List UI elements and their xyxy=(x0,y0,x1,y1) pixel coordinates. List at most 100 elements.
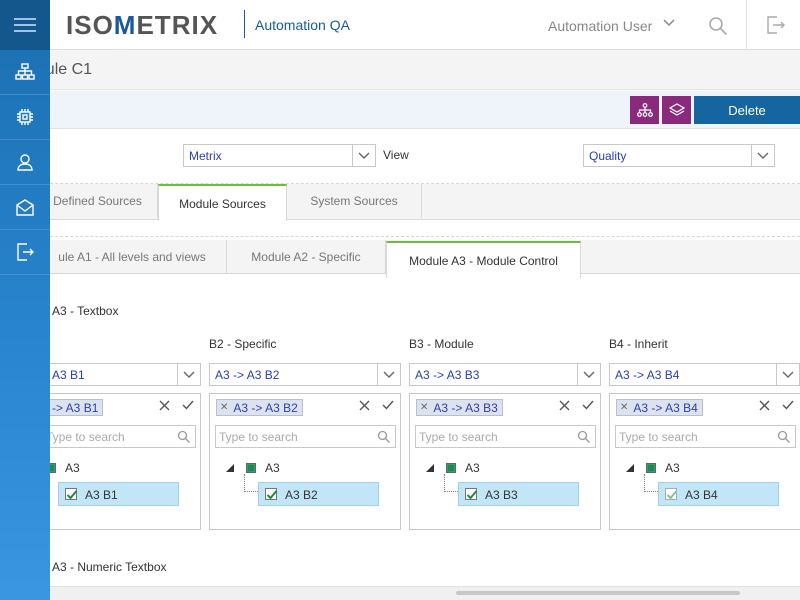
chevron-down-icon xyxy=(583,371,595,378)
partial-check-icon xyxy=(446,463,456,473)
sidebar-item-hierarchy[interactable] xyxy=(0,50,50,95)
chevron-down-icon xyxy=(358,152,370,159)
partial-check-icon xyxy=(246,463,256,473)
selected-tag[interactable]: -> A3 B1 xyxy=(48,399,104,416)
view-select[interactable]: Quality xyxy=(583,144,775,167)
collapse-icon[interactable] xyxy=(624,462,636,474)
close-icon[interactable] xyxy=(759,400,770,411)
check-icon[interactable] xyxy=(382,400,394,410)
tab-module-sources[interactable]: Module Sources xyxy=(158,184,287,221)
section-label-textbox: A3 - Textbox xyxy=(52,304,119,318)
search-input[interactable] xyxy=(219,429,369,445)
selection-panel: ✕A3 -> A3 B4 A3 A3 B4 xyxy=(609,393,800,530)
selected-tag[interactable]: ✕ A3 -> A3 B2 xyxy=(216,399,303,416)
checkbox[interactable] xyxy=(265,488,278,500)
tab-module-a2[interactable]: Module A2 - Specific xyxy=(227,240,386,274)
tree-node-selected[interactable]: A3 B4 xyxy=(658,482,779,506)
hamburger-icon xyxy=(14,18,36,32)
module-tabs: ule A1 - All levels and views Module A2 … xyxy=(0,240,800,278)
check-icon[interactable] xyxy=(582,400,594,410)
horizontal-scrollbar[interactable] xyxy=(50,586,800,600)
search-input[interactable] xyxy=(46,429,196,445)
search-input[interactable] xyxy=(619,429,769,445)
search-icon xyxy=(777,430,790,443)
sidebar-item-mail[interactable] xyxy=(0,185,50,230)
column-label: B3 - Module xyxy=(409,337,474,351)
tree-node[interactable]: A3 xyxy=(424,458,544,478)
column-select[interactable]: A3 -> A3 B2 xyxy=(209,363,401,386)
sidebar-item-modules[interactable] xyxy=(0,95,50,140)
divider xyxy=(0,236,800,237)
header: ISOMETRIX Automation QA Automation User xyxy=(50,0,800,50)
sidebar-item-users[interactable] xyxy=(0,140,50,185)
check-icon[interactable] xyxy=(782,400,794,410)
source-select[interactable]: Metrix xyxy=(183,144,376,167)
search-field[interactable] xyxy=(415,425,596,448)
menu-button[interactable] xyxy=(0,0,50,50)
search-field[interactable] xyxy=(615,425,796,448)
tree-node[interactable]: A3 xyxy=(624,458,744,478)
search-field[interactable] xyxy=(46,425,196,448)
search-icon xyxy=(577,430,590,443)
column-select[interactable]: A3 -> A3 B3 xyxy=(409,363,601,386)
tab-system-sources[interactable]: System Sources xyxy=(287,184,422,218)
check-icon xyxy=(266,490,278,500)
selected-tag[interactable]: ✕ A3 -> A3 B3 xyxy=(416,399,503,416)
close-icon[interactable]: ✕ xyxy=(620,402,628,413)
checkbox[interactable] xyxy=(65,488,78,500)
tab-module-a1[interactable]: ule A1 - All levels and views xyxy=(38,240,227,274)
tree-node-selected[interactable]: A3 B3 xyxy=(458,482,579,506)
sidebar-item-logout[interactable] xyxy=(0,230,50,275)
selected-tag[interactable]: ✕ A3 -> A3 B4 xyxy=(616,399,703,416)
tree-node-selected[interactable]: A3 B1 xyxy=(58,482,179,506)
search-icon xyxy=(377,430,390,443)
tree-node-selected[interactable]: A3 B2 xyxy=(258,482,379,506)
hierarchy-icon xyxy=(636,103,653,117)
source-tabs: Defined Sources Module Sources System So… xyxy=(0,184,800,221)
tab-module-a3[interactable]: Module A3 - Module Control xyxy=(386,241,581,278)
logout-icon[interactable] xyxy=(765,15,785,35)
search-field[interactable] xyxy=(215,425,396,448)
partial-check-icon xyxy=(646,463,656,473)
user-icon xyxy=(17,154,33,171)
logo-divider xyxy=(244,10,245,38)
checkbox[interactable] xyxy=(665,488,678,500)
selection-panel: ✕A3 -> A3 B3 A3 A3 B3 xyxy=(409,393,601,530)
view-label: View xyxy=(383,148,409,162)
tree-guide xyxy=(244,474,258,492)
chevron-down-icon xyxy=(782,371,794,378)
check-icon xyxy=(66,490,78,500)
collapse-icon[interactable] xyxy=(424,462,436,474)
checkbox[interactable] xyxy=(465,488,478,500)
delete-button[interactable]: Delete xyxy=(694,96,800,124)
collapse-icon[interactable] xyxy=(224,462,236,474)
tree-guide xyxy=(644,474,658,492)
search-icon[interactable] xyxy=(708,16,728,36)
scrollbar-thumb[interactable] xyxy=(456,591,740,595)
mail-icon xyxy=(16,199,34,216)
close-icon[interactable]: ✕ xyxy=(420,402,428,413)
column-label: B4 - Inherit xyxy=(609,337,668,351)
tree-node[interactable]: A3 xyxy=(224,458,344,478)
logout-icon xyxy=(17,243,34,261)
check-icon xyxy=(466,490,478,500)
check-icon[interactable] xyxy=(182,400,194,410)
layers-button[interactable] xyxy=(662,96,691,124)
logo[interactable]: ISOMETRIX xyxy=(66,10,218,41)
column-label: B2 - Specific xyxy=(209,337,277,351)
close-icon[interactable]: ✕ xyxy=(220,402,228,413)
close-icon[interactable] xyxy=(559,400,570,411)
close-icon[interactable] xyxy=(159,400,170,411)
tab-defined-sources[interactable]: Defined Sources xyxy=(38,184,158,218)
close-icon[interactable] xyxy=(359,400,370,411)
chevron-down-icon[interactable] xyxy=(662,18,676,28)
sidebar xyxy=(0,0,50,600)
column-select[interactable]: A3 -> A3 B4 xyxy=(609,363,800,386)
check-icon xyxy=(666,490,678,500)
search-icon xyxy=(177,430,190,443)
toolbar: Delete xyxy=(0,91,800,129)
hierarchy-button[interactable] xyxy=(630,96,659,124)
search-input[interactable] xyxy=(419,429,569,445)
user-menu[interactable]: Automation User xyxy=(548,18,652,34)
chip-icon xyxy=(17,109,33,125)
